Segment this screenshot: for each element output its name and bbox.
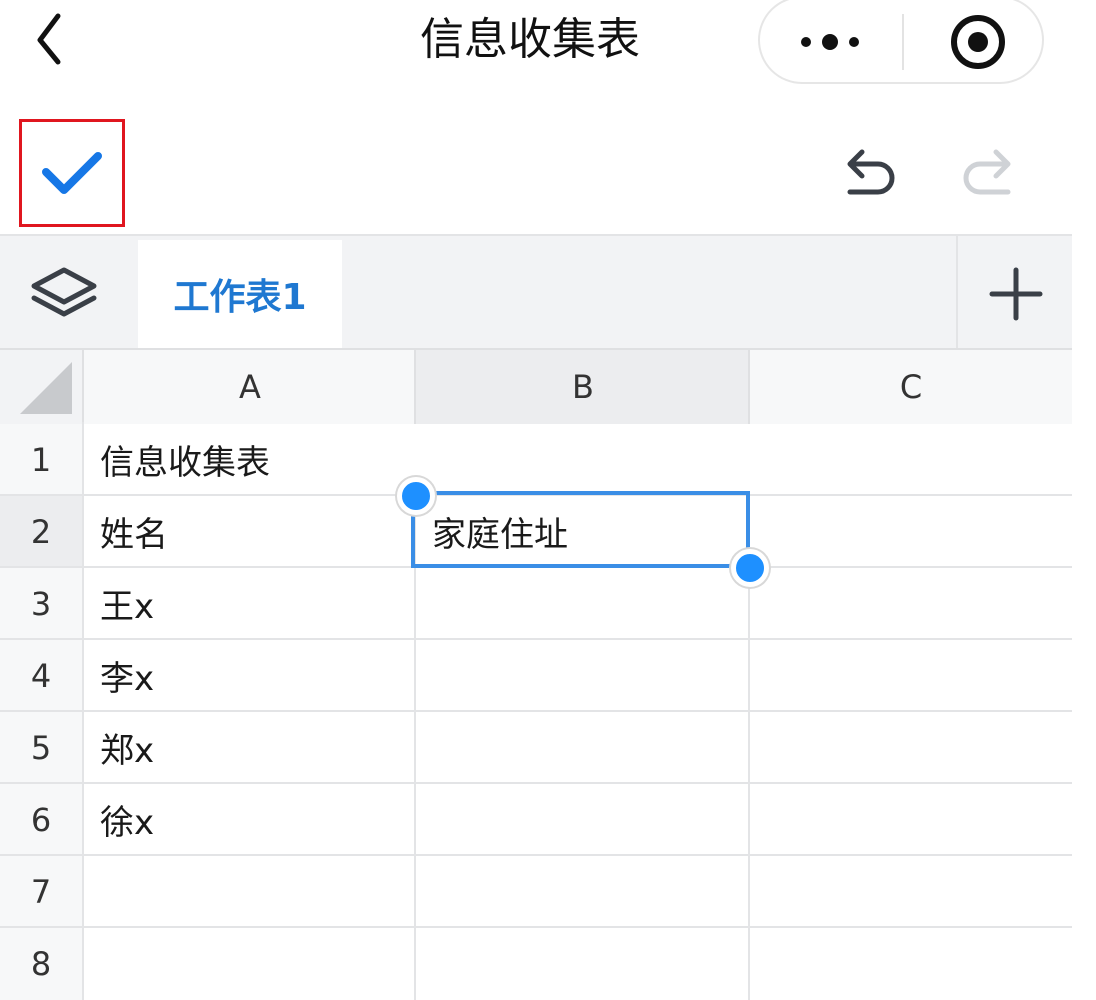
column-header-b[interactable]: B: [414, 350, 750, 424]
edit-toolbar: [0, 88, 1096, 234]
sheet-list-button[interactable]: [0, 236, 134, 348]
grid-line: [414, 494, 416, 1000]
back-button[interactable]: [22, 10, 78, 70]
confirm-button[interactable]: [19, 119, 125, 227]
cell-a3[interactable]: 王x: [84, 568, 414, 638]
add-sheet-button[interactable]: [956, 236, 1072, 348]
redo-icon: [963, 149, 1011, 195]
chevron-left-icon: [37, 13, 61, 65]
select-all-triangle-icon: [20, 362, 72, 414]
close-miniprogram-button[interactable]: [938, 12, 1018, 72]
cell-a1[interactable]: 信息收集表: [84, 424, 684, 494]
row-header-8[interactable]: 8: [0, 928, 82, 1000]
mini-program-capsule: [758, 0, 1044, 84]
cell-a2[interactable]: 姓名: [84, 496, 414, 566]
layers-icon: [31, 267, 97, 317]
page-title: 信息收集表: [420, 14, 640, 65]
target-icon: [951, 15, 1005, 69]
plus-icon: [989, 267, 1043, 321]
sheet-tab-bar: 工作表1: [0, 234, 1072, 348]
row-header-1[interactable]: 1: [0, 424, 82, 496]
cell-selection-border: [411, 491, 750, 568]
column-header-c[interactable]: C: [748, 350, 1072, 424]
column-header-row: A B C: [0, 348, 1072, 424]
spreadsheet-grid: A B C 1 2 3 4 5 6 7 8 信息收集表 姓名 家庭住址 王x 李…: [0, 348, 1072, 1000]
cell-a4[interactable]: 李x: [84, 640, 414, 710]
title-bar: 信息收集表: [0, 0, 1096, 88]
row-header-3[interactable]: 3: [0, 568, 82, 640]
select-all-corner[interactable]: [0, 350, 82, 424]
more-button[interactable]: [784, 12, 884, 72]
row-header-6[interactable]: 6: [0, 784, 82, 856]
row-header-2[interactable]: 2: [0, 496, 82, 568]
cell-a6[interactable]: 徐x: [84, 784, 414, 854]
grid-line: [0, 926, 1072, 928]
column-header-a[interactable]: A: [82, 350, 416, 424]
capsule-divider: [902, 14, 904, 70]
row-header-5[interactable]: 5: [0, 712, 82, 784]
more-dots-icon: [801, 34, 859, 50]
undo-button[interactable]: [834, 144, 904, 204]
row-header-4[interactable]: 4: [0, 640, 82, 712]
selection-handle-bottom-right[interactable]: [731, 549, 769, 587]
grid-line: [0, 854, 1072, 856]
selection-handle-top-left[interactable]: [397, 477, 435, 515]
cell-a5[interactable]: 郑x: [84, 712, 414, 782]
row-header-7[interactable]: 7: [0, 856, 82, 928]
redo-button[interactable]: [954, 144, 1024, 204]
check-icon: [42, 152, 102, 194]
tab-sheet-1[interactable]: 工作表1: [138, 240, 342, 348]
undo-icon: [847, 149, 895, 195]
